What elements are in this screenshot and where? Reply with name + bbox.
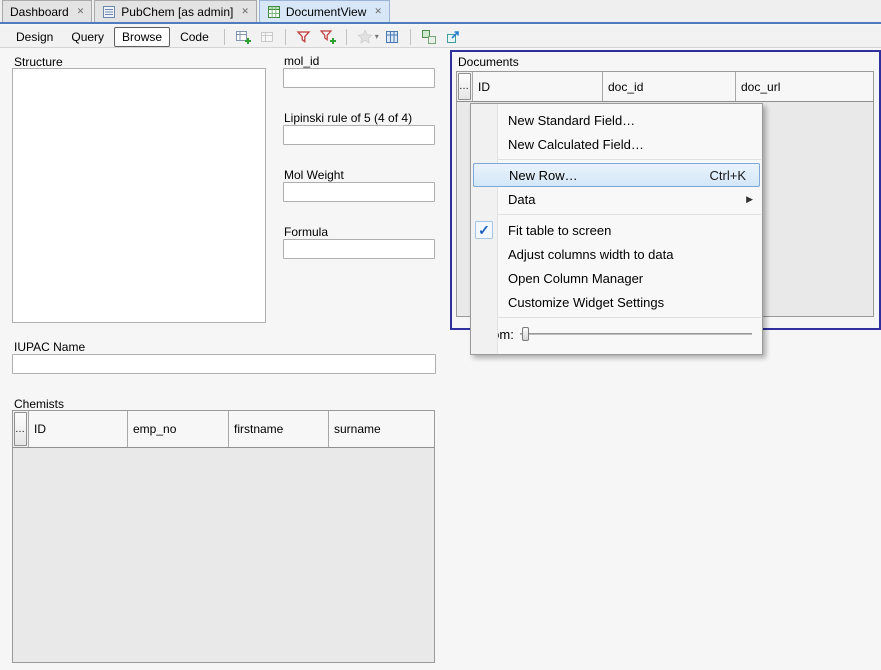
close-icon[interactable]: ✕ (77, 6, 85, 17)
tab-label: PubChem [as admin] (121, 5, 233, 19)
chemists-table: … ID emp_no firstname surname (12, 410, 435, 663)
mol-weight-input[interactable] (283, 182, 435, 202)
mol-id-input[interactable] (283, 68, 435, 88)
table-options-button[interactable]: … (14, 412, 27, 446)
lipinski-label: Lipinski rule of 5 (4 of 4) (284, 111, 412, 125)
menu-item-fit-table-to-screen[interactable]: ✓ Fit table to screen (471, 218, 762, 242)
close-icon[interactable]: ✕ (374, 6, 382, 17)
tab-pubchem[interactable]: PubChem [as admin] ✕ (94, 0, 257, 22)
submenu-arrow-icon: ▶ (746, 194, 762, 205)
menu-zoom-row: Zoom: (471, 321, 762, 347)
context-menu: New Standard Field… New Calculated Field… (470, 103, 763, 355)
column-header-surname[interactable]: surname (329, 411, 434, 447)
tab-label: Dashboard (10, 5, 69, 19)
export-icon[interactable] (442, 27, 464, 47)
column-header-emp-no[interactable]: emp_no (128, 411, 229, 447)
menu-item-open-column-manager[interactable]: Open Column Manager (471, 266, 762, 290)
documents-table-header: … ID doc_id doc_url (457, 72, 873, 102)
menu-item-new-calculated-field[interactable]: New Calculated Field… (471, 132, 762, 156)
structure-label: Structure (14, 55, 63, 69)
toolbar-separator (224, 29, 225, 45)
table-options-cell: … (13, 411, 29, 447)
menu-item-label: Fit table to screen (508, 223, 611, 238)
iupac-label: IUPAC Name (14, 340, 85, 354)
column-header-doc-url[interactable]: doc_url (736, 72, 873, 101)
formula-label: Formula (284, 225, 328, 239)
chemists-label: Chemists (14, 397, 64, 411)
menu-item-customize-widget-settings[interactable]: Customize Widget Settings (471, 290, 762, 314)
menu-separator (472, 214, 761, 215)
menu-item-label: New Row… (509, 168, 578, 183)
documents-label: Documents (458, 55, 519, 69)
menu-item-new-row[interactable]: New Row… Ctrl+K (473, 163, 760, 187)
toolbar: Design Query Browse Code (0, 26, 881, 48)
related-tables-icon[interactable] (418, 27, 440, 47)
column-header-doc-id[interactable]: doc_id (603, 72, 736, 101)
menu-item-label: Open Column Manager (508, 271, 643, 286)
menu-item-new-standard-field[interactable]: New Standard Field… (471, 108, 762, 132)
toolbar-separator (285, 29, 286, 45)
tab-dashboard[interactable]: Dashboard ✕ (2, 0, 92, 22)
menu-item-label: Customize Widget Settings (508, 295, 664, 310)
design-button[interactable]: Design (8, 27, 61, 47)
structure-canvas[interactable] (12, 68, 266, 323)
menu-item-data[interactable]: Data ▶ (471, 187, 762, 211)
menu-item-label: Adjust columns width to data (508, 247, 673, 262)
column-header-firstname[interactable]: firstname (229, 411, 329, 447)
menu-item-label: New Standard Field… (508, 113, 635, 128)
query-button[interactable]: Query (63, 27, 112, 47)
tab-documentview[interactable]: DocumentView ✕ (259, 0, 390, 22)
menu-shortcut: Ctrl+K (710, 168, 759, 183)
close-icon[interactable]: ✕ (241, 6, 249, 17)
zoom-slider-track[interactable] (520, 333, 752, 335)
toolbar-separator (346, 29, 347, 45)
formula-input[interactable] (283, 239, 435, 259)
menu-separator (472, 159, 761, 160)
table-options-button[interactable]: … (458, 73, 471, 100)
table-icon (267, 5, 281, 19)
mol-id-label: mol_id (284, 54, 319, 68)
toolbar-separator (410, 29, 411, 45)
delete-record-icon[interactable] (256, 27, 278, 47)
table-options-cell: … (457, 72, 473, 101)
zoom-slider[interactable] (520, 326, 752, 342)
filter-icon[interactable] (293, 27, 315, 47)
menu-item-label: New Calculated Field… (508, 137, 644, 152)
code-button[interactable]: Code (172, 27, 217, 47)
form-icon (102, 5, 116, 19)
menu-separator (472, 317, 761, 318)
tab-label: DocumentView (286, 5, 366, 19)
zoom-slider-handle[interactable] (522, 327, 529, 341)
menu-item-label: Data (508, 192, 535, 207)
mol-weight-label: Mol Weight (284, 168, 344, 182)
lipinski-input[interactable] (283, 125, 435, 145)
column-header-id[interactable]: ID (473, 72, 603, 101)
browse-button[interactable]: Browse (114, 27, 170, 47)
check-icon: ✓ (475, 221, 493, 239)
add-filter-icon[interactable] (317, 27, 339, 47)
column-header-id[interactable]: ID (29, 411, 128, 447)
iupac-input[interactable] (12, 354, 436, 374)
menu-item-adjust-columns-width[interactable]: Adjust columns width to data (471, 242, 762, 266)
favorites-star-icon[interactable] (354, 27, 376, 47)
grid-view-icon[interactable] (381, 27, 403, 47)
chemists-table-header: … ID emp_no firstname surname (13, 411, 434, 448)
add-record-icon[interactable] (232, 27, 254, 47)
tab-bar: Dashboard ✕ PubChem [as admin] ✕ Documen… (0, 0, 881, 24)
